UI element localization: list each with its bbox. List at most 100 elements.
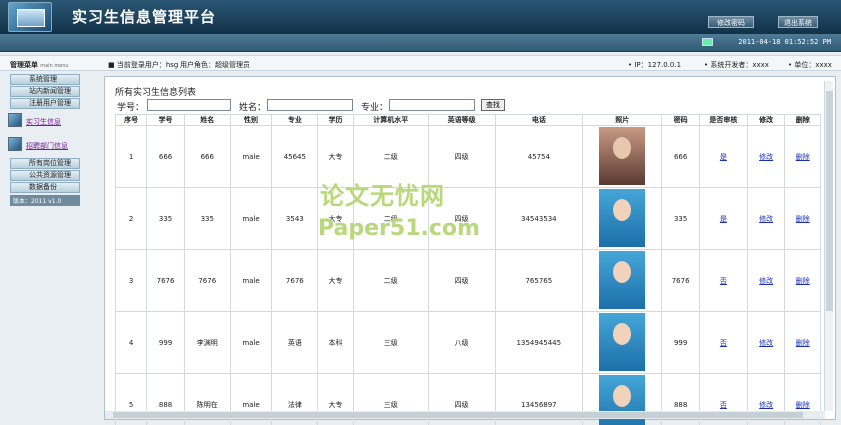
cell-sid: 666: [146, 125, 185, 188]
cell-pwd: 999: [661, 311, 700, 374]
student-photo: [599, 250, 646, 309]
sidebar-title: 管理菜单 main menu: [10, 61, 69, 69]
edit-link[interactable]: 修改: [759, 153, 773, 161]
sidebar-item-resources[interactable]: 公共资源管理: [10, 170, 80, 181]
cell-audit: 否: [698, 311, 748, 374]
student-photo: [599, 188, 646, 247]
cell-phone: 34543534: [494, 187, 584, 250]
cell-english: 四级: [427, 249, 496, 312]
audit-link[interactable]: 是: [720, 215, 727, 223]
search-button[interactable]: 查找: [481, 99, 505, 111]
sidebar-group-interns-label[interactable]: 实习生信息: [26, 117, 61, 127]
cell-photo: [582, 311, 663, 374]
datetime-display: 2011-04-18 01:52:52 PM: [738, 38, 831, 46]
column-header: 姓名: [183, 114, 231, 126]
column-header: 学号: [146, 114, 185, 126]
cell-english: 四级: [427, 187, 496, 250]
audit-link[interactable]: 否: [720, 277, 727, 285]
intern-icon: [8, 113, 22, 127]
column-header: 是否审核: [698, 114, 748, 126]
change-password-button[interactable]: 修改密码: [708, 16, 754, 28]
column-header: 计算机水平: [352, 114, 429, 126]
cell-pwd: 335: [661, 187, 700, 250]
cell-edit: 修改: [746, 125, 786, 188]
version-label: 版本：2011 v1.0: [10, 195, 80, 206]
column-header: 照片: [582, 114, 663, 126]
cell-major: 45645: [271, 125, 319, 188]
major-label: 专业：: [361, 103, 389, 113]
sidebar-item-users[interactable]: 注册用户管理: [10, 98, 80, 109]
delete-link[interactable]: 删除: [796, 401, 810, 409]
column-header: 英语等级: [427, 114, 496, 126]
audit-link[interactable]: 否: [720, 339, 727, 347]
audit-link[interactable]: 是: [720, 153, 727, 161]
column-header: 专业: [271, 114, 319, 126]
cell-computer: 二级: [352, 125, 429, 188]
sidebar-group-interns[interactable]: 实习生信息: [4, 111, 82, 133]
horizontal-scroll-thumb[interactable]: [113, 412, 803, 418]
sidebar: 系统管理 站内新闻管理 注册用户管理 实习生信息 招聘部门信息 所有岗位管理 公…: [4, 73, 82, 223]
cell-major: 3543: [271, 187, 319, 250]
column-header: 删除: [784, 114, 821, 126]
edit-link[interactable]: 修改: [759, 401, 773, 409]
cell-english: 四级: [427, 125, 496, 188]
info-bar: 管理菜单 main menu ■ 当前登录用户：hsg 用户角色：超级管理员 •…: [0, 55, 841, 71]
cell-edu: 大专: [317, 187, 354, 250]
unit-info: • 单位：xxxx: [788, 61, 832, 69]
edit-link[interactable]: 修改: [759, 215, 773, 223]
sidebar-item-backup[interactable]: 数据备份: [10, 182, 80, 193]
delete-link[interactable]: 删除: [796, 215, 810, 223]
cell-computer: 三级: [352, 311, 429, 374]
cell-edu: 大专: [317, 125, 354, 188]
cell-pwd: 666: [661, 125, 700, 188]
ip-info: • IP：127.0.0.1: [628, 61, 682, 69]
horizontal-scrollbar[interactable]: [105, 411, 825, 419]
delete-link[interactable]: 删除: [796, 339, 810, 347]
app-header: 实习生信息管理平台 修改密码 退出系统: [0, 0, 841, 34]
cell-name: 7676: [183, 249, 231, 312]
sidebar-group-departments-label[interactable]: 招聘部门信息: [26, 141, 68, 151]
table-row: 3 7676 7676 male 7676 大专 二级 四级 765765 7676 否修改 删除: [114, 249, 821, 312]
current-user-info: ■ 当前登录用户：hsg: [108, 61, 179, 69]
sidebar-item-news[interactable]: 站内新闻管理: [10, 86, 80, 97]
app-title: 实习生信息管理平台: [72, 8, 217, 26]
edit-link[interactable]: 修改: [759, 339, 773, 347]
sidebar-item-system[interactable]: 系统管理: [10, 74, 80, 85]
developer-info: • 系统开发者：xxxx: [704, 61, 769, 69]
computer-logo-icon: [8, 2, 52, 32]
vertical-scroll-thumb[interactable]: [826, 91, 833, 311]
major-input[interactable]: [389, 99, 475, 111]
cell-name: 666: [183, 125, 231, 188]
cell-phone: 765765: [494, 249, 584, 312]
cell-pwd: 7676: [661, 249, 700, 312]
audit-link[interactable]: 否: [720, 401, 727, 409]
column-header: 电话: [494, 114, 584, 126]
logout-button[interactable]: 退出系统: [778, 16, 818, 28]
table-body: 1 666 666 male 45645 大专 二级 四级 45754 666 是修改 删除 2 335 3…: [114, 125, 821, 425]
vertical-scrollbar[interactable]: [824, 81, 833, 411]
sidebar-item-positions[interactable]: 所有岗位管理: [10, 158, 80, 169]
cell-no: 1: [114, 125, 148, 188]
name-label: 姓名：: [239, 103, 267, 113]
intern-table: 序号 学号 姓名 性别 专业 学历 计算机水平 英语等级 电话 照片 密码 是否审核 修改 删除 1 666…: [114, 114, 821, 425]
main-panel: 所有实习生信息列表 学号： 姓名： 专业： 查找 序号 学号 姓名 性别 专业 学历 计算机…: [104, 76, 836, 425]
cell-edu: 本科: [317, 311, 354, 374]
delete-link[interactable]: 删除: [796, 277, 810, 285]
cell-edit: 修改: [746, 311, 786, 374]
sidebar-group-departments[interactable]: 招聘部门信息: [4, 135, 82, 157]
student-id-input[interactable]: [147, 99, 231, 111]
cell-no: 4: [114, 311, 148, 374]
name-input[interactable]: [267, 99, 353, 111]
cell-phone: 45754: [494, 125, 584, 188]
table-row: 1 666 666 male 45645 大专 二级 四级 45754 666 是修改 删除: [114, 125, 821, 188]
cell-phone: 1354945445: [494, 311, 584, 374]
cell-audit: 否: [698, 249, 748, 312]
cell-major: 7676: [271, 249, 319, 312]
sub-header-bar: 2011-04-18 01:52:52 PM: [0, 34, 841, 52]
table-row: 2 335 335 male 3543 大专 二级 四级 34543534 335 是修改 删除: [114, 187, 821, 250]
cell-no: 3: [114, 249, 148, 312]
monitor-icon: [702, 38, 713, 46]
edit-link[interactable]: 修改: [759, 277, 773, 285]
delete-link[interactable]: 删除: [796, 153, 810, 161]
student-id-label: 学号：: [117, 103, 145, 113]
